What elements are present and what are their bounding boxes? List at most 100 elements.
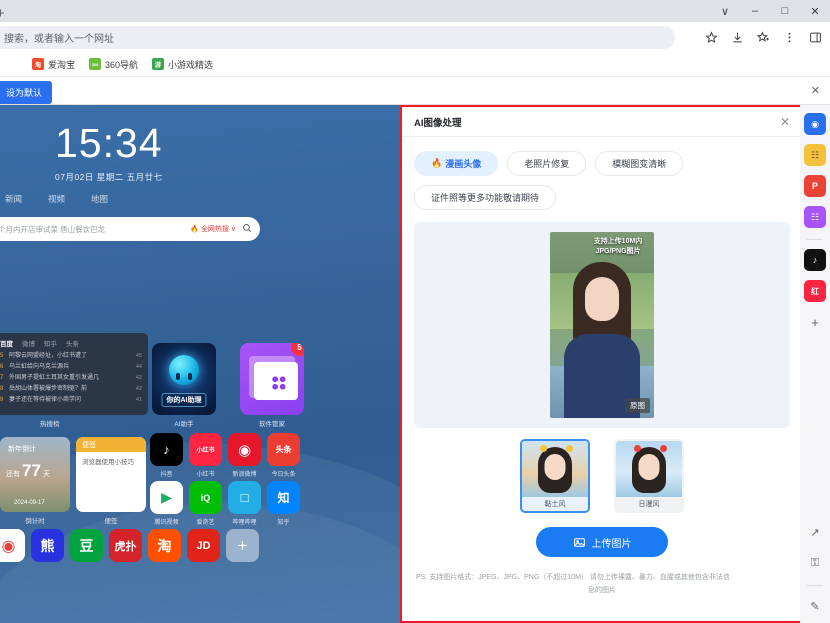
sidebar-item-xiaohongshu[interactable]: 红 — [804, 280, 826, 302]
hot-row[interactable]: 8 岳胡山体署被爆步密制驱？前 42 — [0, 384, 142, 395]
search-icon[interactable] — [242, 223, 252, 236]
hot-row[interactable]: 6 乌兰虹给向乌克兰源兵 44 — [0, 362, 142, 373]
close-icon[interactable]: ✕ — [800, 0, 830, 22]
style-option-clay[interactable]: 黏土风 — [520, 439, 590, 513]
downloads-icon[interactable] — [724, 24, 750, 50]
bookmark-star-icon[interactable] — [698, 24, 724, 50]
preview-photo: 支持上传10M内 JPG/PNG图片 原图 — [550, 232, 654, 418]
ntp-search-box[interactable]: 个月内开店审试菜 唐山餐饮巴龙 🔥 全网热搜 ∨ — [0, 217, 260, 241]
hot-count: 45 — [135, 353, 142, 359]
notes-widget[interactable]: 便签 浏览器使用小技巧 — [76, 437, 146, 512]
notes-header: 便签 — [76, 437, 146, 452]
hot-title: 阿黎云网盟经址，小红书遭了 — [9, 353, 88, 359]
ntp-nav-news[interactable]: 新闻 — [5, 193, 22, 205]
hot-count: 41 — [135, 397, 142, 403]
sidebar-item-photos[interactable]: ☷ — [804, 144, 826, 166]
countdown-widget[interactable]: 新年倒计 还有 77 天 2024-09-17 — [0, 437, 70, 512]
chip-old-photo-restore[interactable]: 老照片修复 — [507, 151, 587, 176]
hot-row[interactable]: 9 妻子还在等待被律小商学问 41 — [0, 395, 142, 406]
panel-title: AI图像处理 — [414, 117, 462, 129]
app-shortcut-xiaohongshu[interactable]: 小红书 小红书 — [189, 433, 222, 478]
ntp-nav-video[interactable]: 视频 — [48, 193, 65, 205]
ntp-nav-map[interactable]: 地图 — [91, 193, 108, 205]
hot-row[interactable]: 5 阿黎云网盟经址，小红书遭了 45 — [0, 351, 142, 362]
sidebar-item-tools[interactable]: ☷ — [804, 206, 826, 228]
tencent-video-icon: ▶ — [150, 481, 183, 514]
ai-assistant-widget[interactable]: 你的AI助理 — [152, 343, 216, 415]
default-browser-infobar: 设为默认 ✕ — [0, 77, 830, 105]
expand-icon[interactable]: ↗ — [804, 521, 826, 543]
hot-tab-weibo[interactable]: 微博 — [22, 338, 35, 348]
panel-close-icon[interactable]: ✕ — [780, 115, 790, 129]
right-sidebar: ◉ ☷ P ☷ ♪ 红 + ↗ ⚿ ✎ — [800, 105, 830, 623]
app-dock-netease[interactable]: ◉ — [0, 529, 25, 562]
hot-tab-baidu[interactable]: 百度 — [0, 338, 13, 348]
set-as-default-button[interactable]: 设为默认 — [0, 81, 53, 104]
infobar-close-icon[interactable]: ✕ — [811, 84, 820, 97]
hot-tab-toutiao[interactable]: 头条 — [66, 338, 79, 348]
bookmark-item[interactable]: 360 360导航 — [89, 58, 138, 71]
app-shortcut-tencent-video[interactable]: ▶ 腾讯视频 — [150, 481, 183, 526]
image-upload-icon — [573, 537, 585, 547]
address-bar[interactable]: 搜索，或者输入一个网址 — [0, 26, 675, 49]
app-shortcut-zhihu[interactable]: 知 知乎 — [267, 481, 300, 526]
chip-more-coming-soon[interactable]: 证件照等更多功能敬请期待 — [414, 185, 557, 210]
app-shortcut-bilibili[interactable]: □ 哔哩哔哩 — [228, 481, 261, 526]
bookmarks-bar: 淘 爱淘宝 360 360导航 游 小游戏精选 — [0, 52, 830, 77]
app-shortcut-weibo[interactable]: ◉ 新浪微博 — [228, 433, 261, 478]
app-dock-douban[interactable]: 豆 — [70, 529, 103, 562]
image-preview-area[interactable]: 支持上传10M内 JPG/PNG图片 原图 — [414, 222, 790, 428]
app-dock-jd[interactable]: JD — [187, 529, 220, 562]
lock-icon[interactable]: ⚿ — [804, 552, 826, 574]
panel-header: AI图像处理 ✕ — [402, 107, 802, 137]
app-dock-add[interactable]: + — [226, 529, 259, 562]
hot-rank: 5 — [0, 353, 4, 359]
upload-image-button[interactable]: 上传图片 — [536, 527, 668, 557]
hot-search-tag[interactable]: 🔥 全网热搜 ∨ — [190, 224, 236, 234]
countdown-caption: 倒计时 — [25, 518, 45, 525]
app-shortcut-toutiao[interactable]: 头条 今日头条 — [267, 433, 300, 478]
app-dock-taobao[interactable]: 淘 — [148, 529, 181, 562]
app-shortcut-iqiyi[interactable]: iQ 爱奇艺 — [189, 481, 222, 526]
ai-eye-right — [188, 373, 192, 381]
hot-row[interactable]: 7 外国男子提虹土耳其女重引发通几 42 — [0, 373, 142, 384]
notes-caption: 便签 — [104, 518, 118, 525]
chip-label: 模糊图变清晰 — [612, 159, 667, 169]
minimize-icon[interactable]: – — [740, 0, 770, 22]
hot-search-card[interactable]: 百度 微博 知乎 头条 5 阿黎云网盟经址，小红书遭了 45 6 乌兰虹给向乌克… — [0, 333, 148, 415]
hot-rank: 7 — [0, 375, 4, 381]
address-bar-placeholder: 搜索，或者输入一个网址 — [4, 34, 114, 45]
software-manager-widget[interactable]: 5 — [240, 343, 304, 415]
thumb-face-shape — [544, 454, 566, 480]
favicon-taobao: 淘 — [32, 58, 44, 70]
hot-search-label: 全网热搜 — [200, 226, 229, 233]
app-dock-hupu[interactable]: 虎扑 — [109, 529, 142, 562]
bookmark-item[interactable]: 淘 爱淘宝 — [32, 58, 75, 71]
app-shortcut-douyin[interactable]: ♪ 抖音 — [150, 433, 183, 478]
chip-label: 证件照等更多功能敬请期待 — [431, 193, 540, 203]
app-label: 新浪微博 — [232, 472, 257, 478]
side-panel-icon[interactable] — [802, 24, 828, 50]
tab-search-icon[interactable]: ∨ — [710, 0, 740, 22]
original-image-badge: 原图 — [625, 398, 650, 413]
new-tab-button[interactable]: + — [0, 6, 5, 21]
style-label: 日漫风 — [638, 501, 660, 508]
hot-tab-zhihu[interactable]: 知乎 — [44, 338, 57, 348]
countdown-prefix: 还有 — [6, 471, 20, 478]
hot-card-caption: 热搜榜 — [40, 421, 60, 428]
title-bar: + ∨ – □ ✕ — [0, 0, 830, 22]
style-option-anime[interactable]: 日漫风 — [614, 439, 684, 513]
ai-orb-icon — [169, 355, 199, 386]
collections-icon[interactable] — [750, 24, 776, 50]
sidebar-item-add[interactable]: + — [804, 311, 826, 333]
sidebar-item-pdf[interactable]: P — [804, 175, 826, 197]
sidebar-item-browser[interactable]: ◉ — [804, 113, 826, 135]
sidebar-item-douyin[interactable]: ♪ — [804, 249, 826, 271]
bookmark-item[interactable]: 游 小游戏精选 — [152, 58, 213, 71]
maximize-icon[interactable]: □ — [770, 0, 800, 22]
chrome-menu-icon[interactable] — [776, 24, 802, 50]
chip-deblur[interactable]: 模糊图变清晰 — [595, 151, 684, 176]
edit-icon[interactable]: ✎ — [804, 595, 826, 617]
app-dock-baidu[interactable]: 熊 — [31, 529, 64, 562]
chip-anime-avatar[interactable]: 🔥 漫画头像 — [414, 151, 499, 176]
